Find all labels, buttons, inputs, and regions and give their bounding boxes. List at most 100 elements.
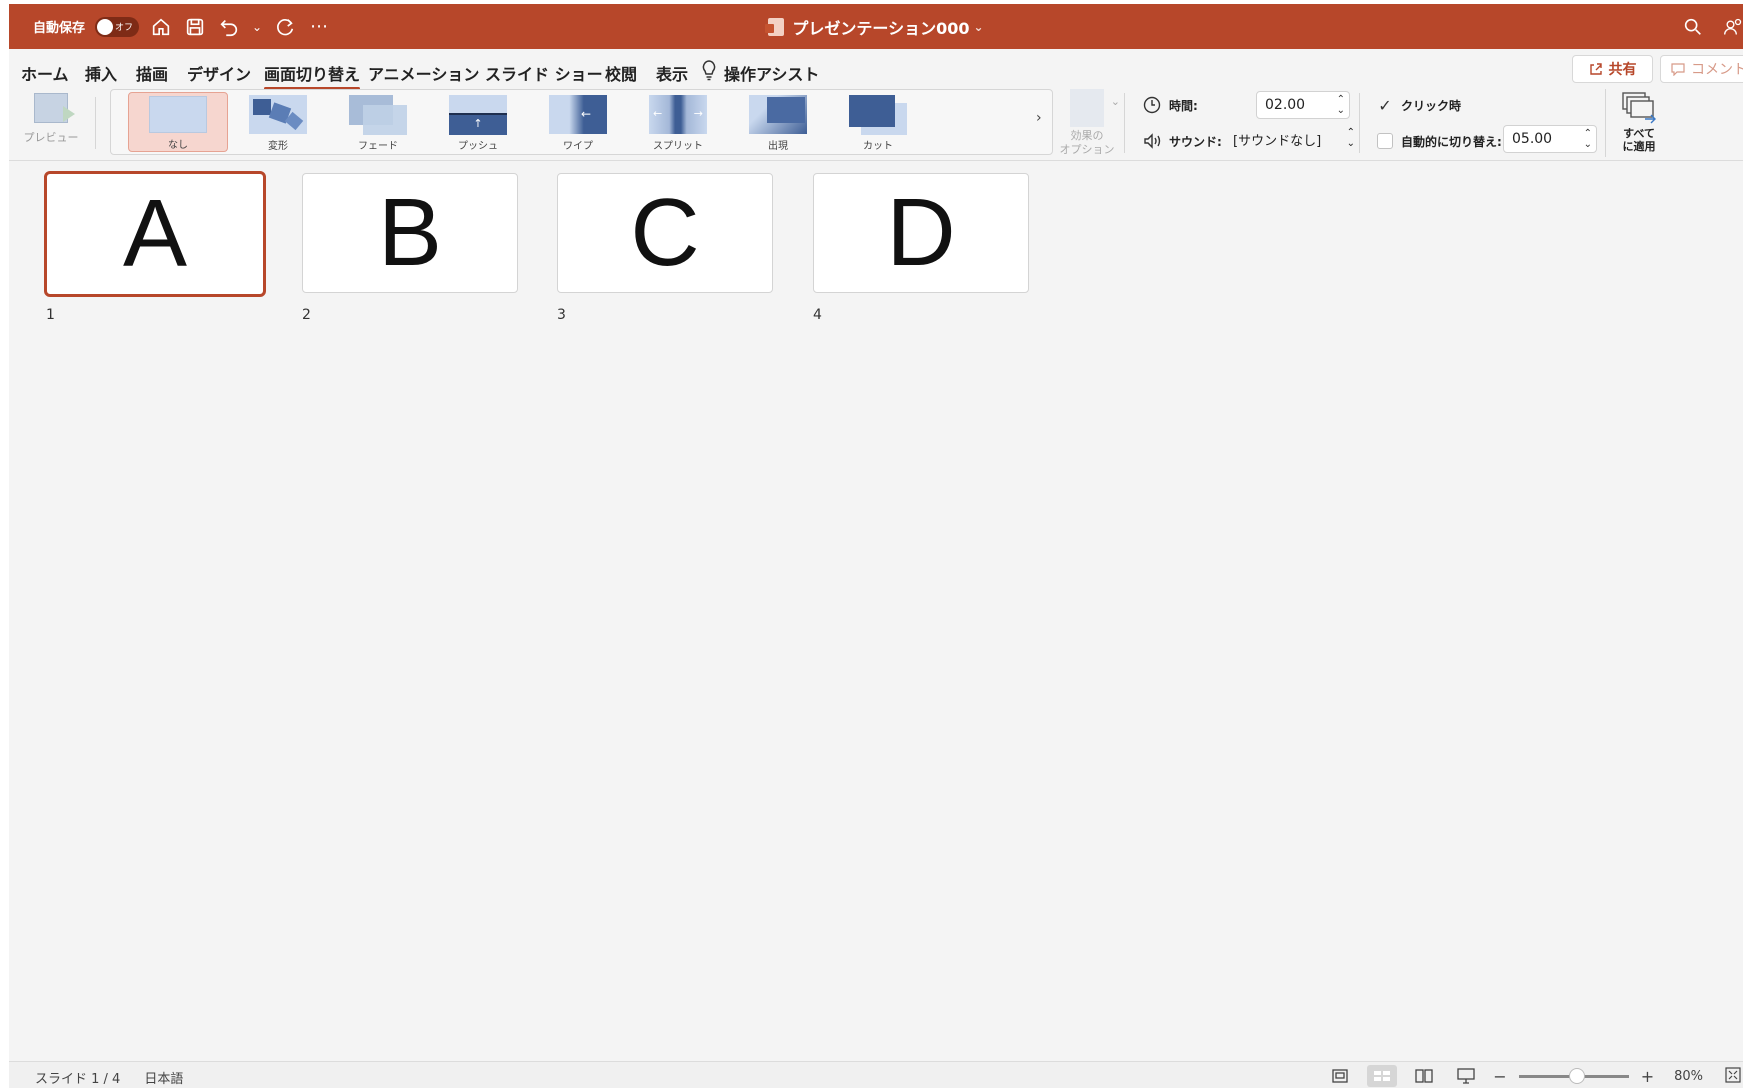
more-icon[interactable]: ⋯ (307, 15, 331, 39)
slide-sorter-view-icon[interactable] (1367, 1065, 1398, 1087)
effect-options-icon (1070, 89, 1120, 127)
slide-thumbnail[interactable]: C (557, 173, 773, 293)
status-bar: スライド 1 / 4 日本語 − + 80% (9, 1061, 1743, 1088)
redo-icon[interactable] (273, 15, 297, 39)
auto-advance-value: 05.00 (1512, 131, 1553, 147)
duration-label: 時間: (1169, 98, 1198, 113)
duration-stepper-icon[interactable]: ⌃ ⌄ (1337, 94, 1345, 116)
slide-text: D (886, 179, 956, 286)
slide-sorter: A 1 B 2 C 3 D 4 (9, 161, 1743, 1061)
sound-select[interactable]: [サウンドなし] ⌃ ⌄ (1233, 125, 1357, 153)
slide-thumbnail[interactable]: D (813, 173, 1029, 293)
effect-options-label-2: オプション (1059, 143, 1115, 156)
transition-fade-thumb (349, 95, 407, 135)
transition-reveal-thumb (749, 95, 807, 134)
effect-options-label-1: 効果の (1070, 129, 1104, 142)
tab-animations[interactable]: アニメーション (368, 61, 479, 85)
slide-text: C (630, 179, 700, 286)
slide-thumbnail[interactable]: B (302, 173, 518, 293)
powerpoint-doc-icon (765, 17, 785, 36)
autosave-label: 自動保存 (33, 21, 86, 36)
divider (1605, 89, 1606, 157)
tab-slideshow[interactable]: スライド ショー (485, 61, 603, 85)
transition-fade[interactable]: フェード (328, 92, 428, 152)
effect-options-button[interactable]: 効果の オプション (1057, 89, 1120, 157)
tab-design[interactable]: デザイン (187, 61, 251, 85)
language-status[interactable]: 日本語 (144, 1068, 183, 1087)
powerpoint-window: 自動保存 オフ ⌄ ⋯ プレゼンテーション000 ⌄ ホーム 挿入 描画 デザイ… (9, 4, 1743, 1088)
zoom-in-button[interactable]: + (1641, 1067, 1654, 1086)
tab-tell-me[interactable]: 操作アシスト (724, 61, 819, 85)
transition-morph-label: 変形 (268, 141, 288, 152)
transition-cut[interactable]: カット (828, 92, 928, 152)
tab-review[interactable]: 校閲 (605, 61, 637, 85)
on-click-row: ✓ クリック時 (1377, 93, 1461, 117)
reading-view-icon[interactable] (1409, 1065, 1439, 1087)
slide-thumbnail[interactable]: A (44, 171, 266, 297)
sound-label: サウンド: (1169, 134, 1222, 149)
transition-wipe[interactable]: ← ワイプ (528, 92, 628, 152)
auto-advance-input[interactable]: 05.00 ⌃ ⌄ (1503, 125, 1597, 153)
undo-icon[interactable] (217, 15, 241, 39)
tab-view[interactable]: 表示 (656, 61, 688, 85)
transition-none[interactable]: なし (128, 92, 228, 152)
transition-push-thumb: ↑ (449, 95, 507, 135)
transition-reveal-label: 出現 (768, 141, 788, 152)
undo-dropdown-icon[interactable]: ⌄ (251, 15, 263, 39)
zoom-slider-thumb[interactable] (1568, 1067, 1585, 1084)
sound-select-arrows-icon: ⌃ ⌄ (1346, 127, 1355, 149)
divider (1124, 93, 1125, 153)
transition-reveal[interactable]: 出現 (728, 92, 828, 152)
document-title[interactable]: プレゼンテーション000 (792, 15, 969, 39)
transition-morph[interactable]: 変形 (228, 92, 328, 152)
tab-transitions[interactable]: 画面切り替え (264, 61, 361, 90)
autosave-toggle[interactable]: オフ (95, 16, 140, 37)
divider (95, 97, 96, 149)
normal-view-icon[interactable] (1325, 1065, 1355, 1087)
preview-button[interactable]: プレビュー (21, 93, 81, 153)
tab-draw[interactable]: 描画 (136, 61, 168, 85)
slide-text: A (122, 180, 188, 287)
comment-button[interactable]: コメント (1660, 55, 1743, 83)
duration-input[interactable]: 02.00 ⌃ ⌄ (1256, 91, 1350, 119)
auto-advance-checkbox[interactable] (1377, 133, 1393, 149)
preview-icon (34, 93, 75, 123)
tab-insert[interactable]: 挿入 (85, 61, 117, 85)
on-click-checkbox[interactable]: ✓ (1377, 96, 1393, 115)
ribbon-tabs: ホーム 挿入 描画 デザイン 画面切り替え アニメーション スライド ショー 校… (9, 49, 1743, 90)
tab-home[interactable]: ホーム (21, 61, 69, 85)
share-label: 共有 (1608, 62, 1637, 78)
share-button[interactable]: 共有 (1572, 55, 1653, 83)
transition-morph-thumb (249, 95, 307, 134)
save-icon[interactable] (183, 15, 207, 39)
apply-to-all-button[interactable]: すべて に適用 (1613, 91, 1665, 157)
zoom-level[interactable]: 80% (1674, 1069, 1703, 1084)
transition-fade-label: フェード (358, 141, 398, 152)
duration-value: 02.00 (1265, 97, 1306, 113)
zoom-out-button[interactable]: − (1493, 1067, 1506, 1086)
gallery-next-icon[interactable]: › (1036, 110, 1042, 126)
apply-to-all-label-2: に適用 (1622, 140, 1656, 153)
home-icon[interactable] (149, 15, 173, 39)
on-click-label: クリック時 (1401, 98, 1462, 113)
slide-number: 2 (302, 307, 311, 323)
zoom-slider[interactable] (1518, 1067, 1629, 1084)
sound-row: サウンド: (1143, 129, 1222, 153)
auto-advance-label: 自動的に切り替え: (1401, 134, 1502, 149)
transition-split[interactable]: ← → スプリット (628, 92, 728, 152)
slideshow-view-icon[interactable] (1451, 1065, 1481, 1087)
slide-number: 4 (813, 307, 822, 323)
clock-icon (1143, 96, 1161, 114)
search-icon[interactable] (1681, 15, 1705, 39)
fit-to-window-icon[interactable] (1725, 1067, 1743, 1085)
transition-wipe-label: ワイプ (563, 141, 593, 152)
title-bar: 自動保存 オフ ⌄ ⋯ プレゼンテーション000 ⌄ (9, 4, 1743, 49)
auto-advance-stepper-icon[interactable]: ⌃ ⌄ (1584, 128, 1592, 150)
transition-cut-thumb (849, 95, 907, 135)
transition-gallery: なし 変形 フェード ↑ プッシュ ← ワイプ ← → スプリット 出現 カット… (110, 89, 1053, 155)
lightbulb-icon (702, 60, 716, 81)
account-icon[interactable] (1723, 15, 1743, 39)
chevron-down-icon[interactable]: ⌄ (974, 20, 984, 34)
apply-to-all-label-1: すべて (1623, 127, 1655, 140)
transition-push[interactable]: ↑ プッシュ (428, 92, 528, 152)
